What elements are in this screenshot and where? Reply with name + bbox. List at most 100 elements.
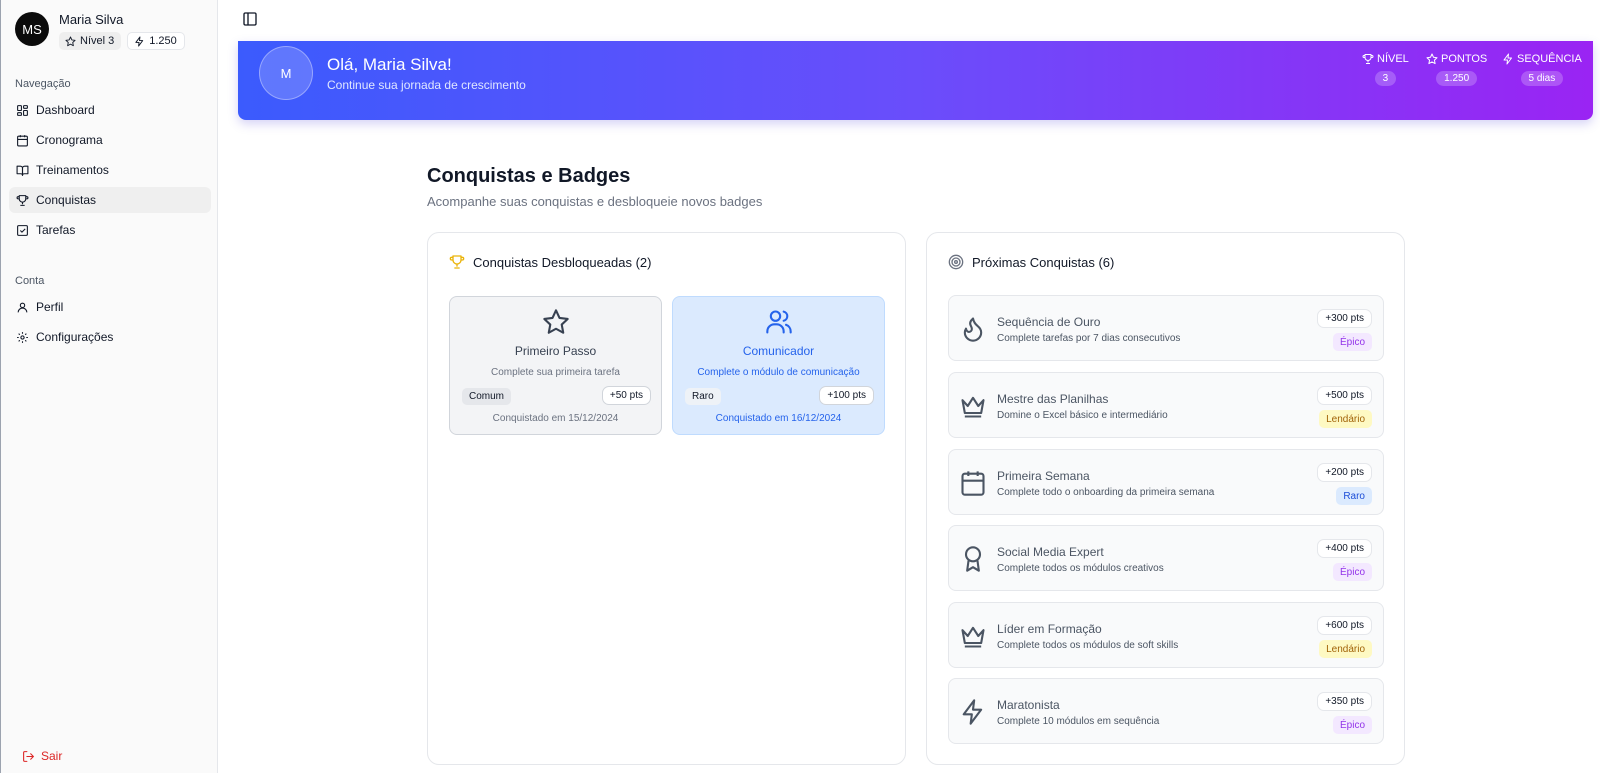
trophy-icon: [1362, 54, 1374, 64]
user-icon: [17, 302, 28, 312]
sidebar-item-treinamentos[interactable]: Treinamentos: [9, 157, 211, 183]
achievement-title: Social Media Expert: [997, 545, 1104, 559]
star-icon: [543, 309, 569, 334]
points-badge: +100 pts: [819, 386, 874, 405]
stat-label: SEQUÊNCIA: [1517, 53, 1582, 65]
stat-value: 5 dias: [1520, 71, 1564, 86]
upcoming-achievement[interactable]: Social Media Expert Complete todos os mó…: [948, 525, 1384, 591]
achievement-title: Primeira Semana: [997, 469, 1090, 483]
users-icon: [766, 310, 792, 334]
sidebar-item-cronograma[interactable]: Cronograma: [9, 127, 211, 153]
rarity-badge: Raro: [685, 388, 721, 405]
star-icon: [1426, 53, 1438, 65]
badge-description: Complete sua primeira tarefa: [491, 367, 620, 378]
badge-card[interactable]: Primeiro Passo Complete sua primeira tar…: [449, 296, 662, 435]
achievement-description: Complete todos os módulos creativos: [997, 563, 1164, 574]
crown-icon: [961, 626, 985, 648]
rarity-badge: Lendário: [1319, 640, 1372, 658]
sidebar-item-tarefas[interactable]: Tarefas: [9, 217, 211, 243]
achievement-title: Maratonista: [997, 698, 1060, 712]
points-text: 1.250: [149, 35, 177, 47]
target-icon: [948, 254, 964, 270]
account-section-label: Conta: [15, 275, 45, 287]
star-icon: [65, 35, 76, 46]
achievement-description: Complete todo o onboarding da primeira s…: [997, 487, 1215, 498]
stat-label: PONTOS: [1441, 53, 1488, 65]
hero-avatar: M: [259, 46, 313, 100]
logout-button[interactable]: Sair: [22, 749, 62, 763]
upcoming-achievement[interactable]: Maratonista Complete 10 módulos em sequê…: [948, 678, 1384, 744]
sidebar-item-label: Treinamentos: [36, 163, 109, 177]
rarity-badge: Épico: [1332, 716, 1372, 734]
achievement-title: Mestre das Planilhas: [997, 392, 1109, 406]
user-name: Maria Silva: [59, 12, 124, 27]
points-badge: +200 pts: [1317, 463, 1372, 482]
hero-subtitle: Continue sua jornada de crescimento: [327, 78, 526, 92]
sidebar-item-dashboard[interactable]: Dashboard: [9, 97, 211, 123]
rarity-badge: Raro: [1336, 487, 1372, 505]
sidebar-item-label: Tarefas: [36, 223, 76, 237]
badge-title: Primeiro Passo: [514, 344, 597, 358]
sidebar-item-perfil[interactable]: Perfil: [9, 294, 211, 320]
nav-section-label: Navegação: [15, 78, 71, 90]
stat-value: 1.250: [1436, 71, 1478, 86]
sidebar-item-label: Cronograma: [36, 133, 103, 147]
account-nav: Perfil Configurações: [9, 294, 211, 354]
stat-streak: SEQUÊNCIA 5 dias: [1502, 53, 1582, 86]
sidebar-item-conquistas[interactable]: Conquistas: [9, 187, 211, 213]
page-subtitle: Acompanhe suas conquistas e desbloqueie …: [427, 194, 763, 209]
rarity-badge: Épico: [1332, 563, 1372, 581]
trophy-icon: [16, 194, 29, 206]
crown-icon: [961, 396, 985, 418]
main-nav: Dashboard Cronograma Treinamentos Conqui…: [9, 97, 211, 247]
badge-card[interactable]: Comunicador Complete o módulo de comunic…: [672, 296, 885, 435]
unlocked-achievements-panel: Conquistas Desbloqueadas (2) Primeiro Pa…: [427, 232, 906, 765]
panel-title: Conquistas Desbloqueadas (2): [473, 254, 652, 270]
sidebar-item-configuracoes[interactable]: Configurações: [9, 324, 211, 350]
calendar-icon: [961, 471, 985, 496]
stat-points: PONTOS 1.250: [1426, 53, 1487, 86]
sidebar-item-label: Conquistas: [36, 193, 97, 207]
rarity-badge: Épico: [1332, 333, 1372, 351]
rarity-badge: Lendário: [1319, 410, 1372, 428]
unlock-date: Conquistado em 15/12/2024: [492, 413, 619, 424]
upcoming-achievement[interactable]: Sequência de Ouro Complete tarefas por 7…: [948, 295, 1384, 361]
points-badge: +300 pts: [1317, 309, 1372, 328]
flame-icon: [963, 317, 983, 342]
upcoming-achievement[interactable]: Líder em Formação Complete todos os módu…: [948, 602, 1384, 668]
achievement-description: Complete todos os módulos de soft skills: [997, 640, 1179, 651]
sidebar: MS Maria Silva Nível 3 1.250 Navegação D…: [0, 0, 218, 773]
panel-title: Próximas Conquistas (6): [972, 254, 1115, 270]
upcoming-achievement[interactable]: Primeira Semana Complete todo o onboardi…: [948, 449, 1384, 515]
badge-description: Complete o módulo de comunicação: [697, 367, 860, 378]
stat-label: NÍVEL: [1377, 53, 1409, 65]
book-icon: [16, 165, 29, 176]
page-title: Conquistas e Badges: [427, 165, 631, 187]
sidebar-item-label: Dashboard: [36, 103, 95, 117]
upcoming-achievement[interactable]: Mestre das Planilhas Domine o Excel bási…: [948, 372, 1384, 438]
panel-header: Conquistas Desbloqueadas (2): [449, 254, 652, 270]
zap-icon: [135, 35, 144, 47]
achievement-description: Complete 10 módulos em sequência: [997, 716, 1160, 727]
achievement-title: Líder em Formação: [997, 622, 1102, 636]
panel-header: Próximas Conquistas (6): [948, 254, 1114, 270]
sidebar-item-label: Configurações: [36, 330, 114, 344]
logout-icon: [23, 750, 35, 762]
dashboard-icon: [17, 104, 28, 116]
sidebar-item-label: Perfil: [36, 300, 64, 314]
trophy-icon: [449, 255, 465, 269]
award-icon: [964, 546, 982, 572]
points-badge: +400 pts: [1317, 539, 1372, 558]
zap-icon: [962, 699, 983, 725]
stat-value: 3: [1374, 71, 1397, 86]
sidebar-toggle-icon[interactable]: [242, 11, 258, 27]
achievement-title: Sequência de Ouro: [997, 315, 1101, 329]
user-profile[interactable]: MS Maria Silva Nível 3 1.250: [15, 12, 185, 50]
level-badge: Nível 3: [59, 32, 122, 50]
welcome-banner: M Olá, Maria Silva! Continue sua jornada…: [238, 41, 1593, 120]
achievement-description: Domine o Excel básico e intermediário: [997, 410, 1168, 421]
zap-icon: [1503, 53, 1512, 65]
upcoming-achievements-panel: Próximas Conquistas (6) Sequência de Our…: [926, 232, 1405, 765]
points-badge: +50 pts: [601, 386, 651, 405]
avatar: MS: [15, 12, 49, 46]
